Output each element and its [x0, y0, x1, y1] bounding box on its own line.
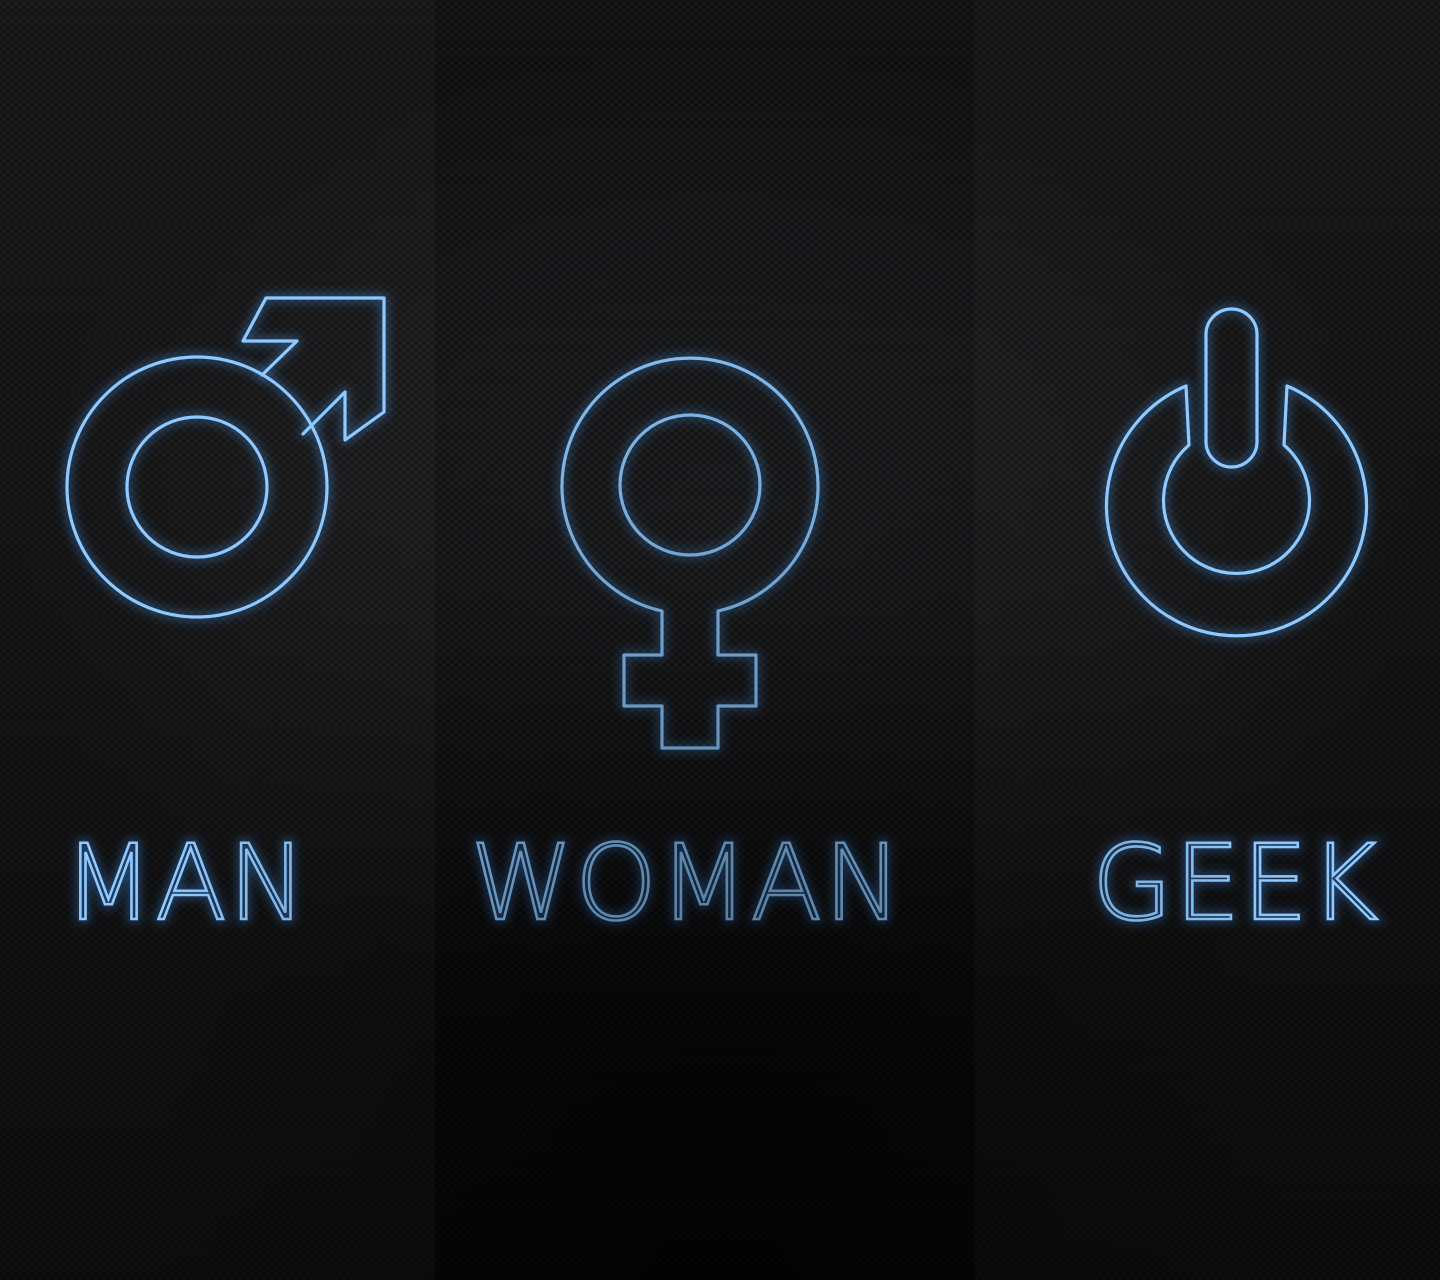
female-symbol-icon: [557, 353, 823, 753]
label-geek-group: GEEK GEEK: [1088, 818, 1382, 948]
male-symbol-icon: [62, 293, 389, 622]
wallpaper-background: MAN MAN WOMAN WOMAN GEEK GEEK: [0, 0, 1440, 1280]
power-symbol-icon: [1102, 304, 1371, 641]
label-woman-group: WOMAN WOMAN: [466, 818, 905, 948]
label-geek: GEEK: [1092, 822, 1380, 944]
label-woman: WOMAN: [470, 822, 903, 944]
neon-symbols-canvas: MAN MAN WOMAN WOMAN GEEK GEEK: [60, 293, 1382, 948]
label-man-group: MAN MAN: [60, 818, 311, 948]
label-man: MAN: [64, 822, 309, 944]
